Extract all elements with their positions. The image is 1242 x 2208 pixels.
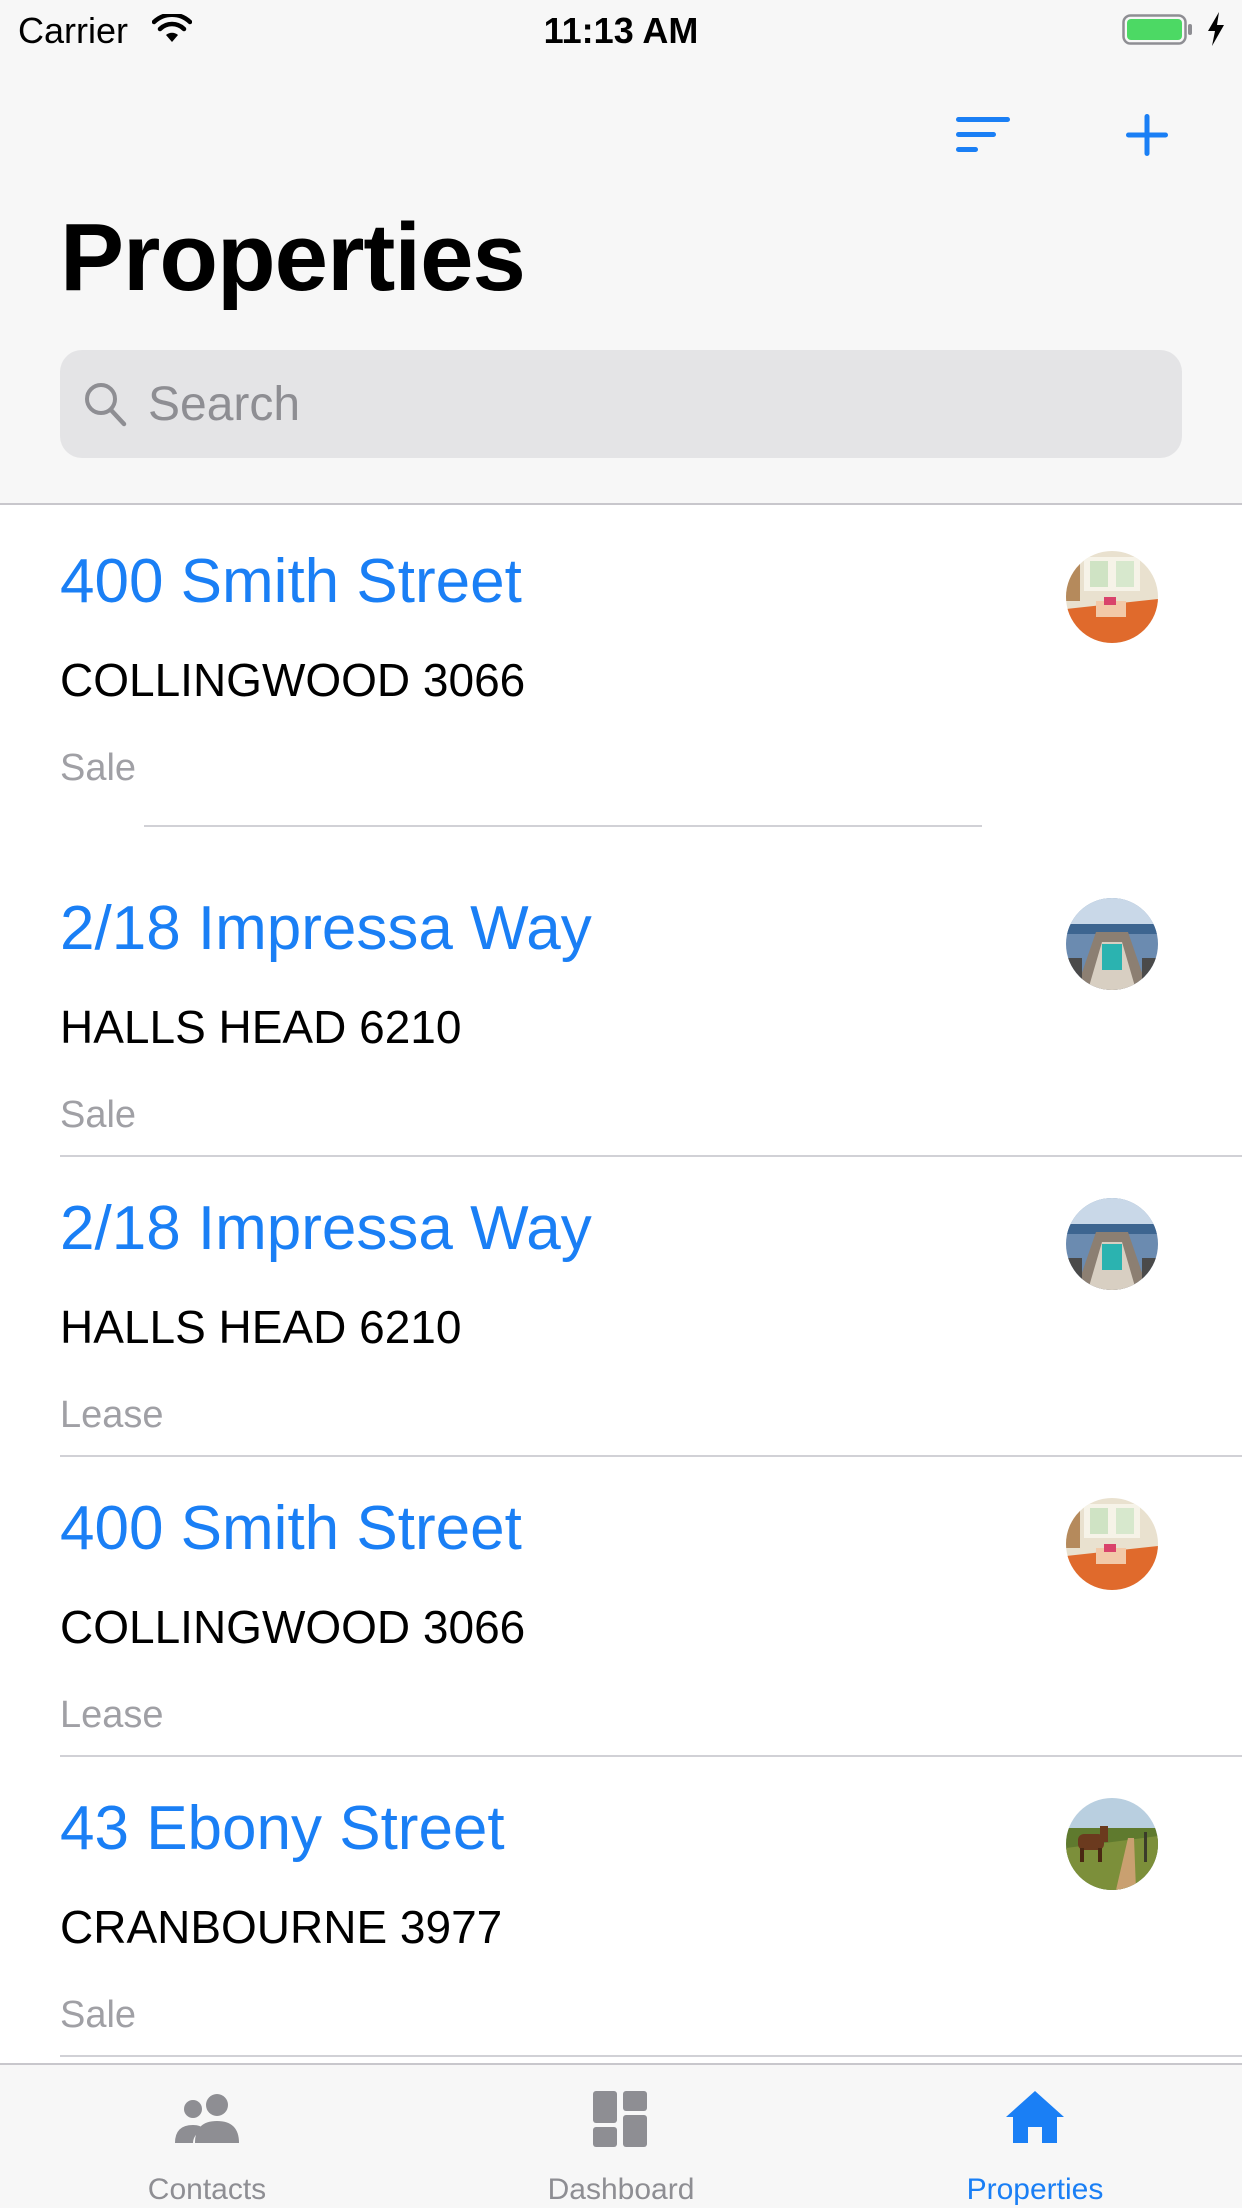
- tab-bar: Contacts Dashboard Properties: [0, 2063, 1242, 2208]
- property-row[interactable]: 400 Smith Street COLLINGWOOD 3066 Lease: [0, 1452, 1242, 1757]
- property-thumbnail: [1066, 1498, 1158, 1590]
- sort-button[interactable]: [948, 100, 1018, 170]
- status-time: 11:13 AM: [543, 10, 699, 51]
- property-address: 2/18 Impressa Way: [60, 894, 592, 963]
- search-bar[interactable]: [60, 350, 1182, 458]
- property-listing-type: Lease: [60, 1394, 164, 1436]
- navigation-bar: Properties: [0, 60, 1242, 505]
- property-suburb: HALLS HEAD 6210: [60, 1301, 462, 1353]
- property-address: 2/18 Impressa Way: [60, 1194, 592, 1263]
- property-thumbnail: [1066, 1798, 1158, 1890]
- property-listing-type: Sale: [60, 1994, 137, 2036]
- charging-bolt-icon: [1206, 12, 1226, 51]
- property-suburb: COLLINGWOOD 3066: [60, 654, 526, 706]
- property-row[interactable]: 2/18 Impressa Way HALLS HEAD 6210 Lease: [0, 1152, 1242, 1457]
- tab-label: Properties: [966, 2173, 1104, 2206]
- property-row[interactable]: 2/18 Impressa Way HALLS HEAD 6210 Sale: [0, 852, 1242, 1157]
- property-address: 43 Ebony Street: [60, 1794, 505, 1863]
- house-icon: [828, 2089, 1242, 2145]
- property-thumbnail: [1066, 551, 1158, 643]
- property-row[interactable]: 43 Ebony Street CRANBOURNE 3977 Sale: [0, 1752, 1242, 2057]
- property-listing-type: Sale: [60, 747, 137, 789]
- row-divider: [144, 825, 982, 827]
- property-suburb: HALLS HEAD 6210: [60, 1001, 462, 1053]
- plus-icon: [1126, 114, 1168, 156]
- tab-properties[interactable]: Properties: [828, 2065, 1242, 2208]
- property-row[interactable]: 400 Smith Street COLLINGWOOD 3066 Sale: [0, 505, 1242, 827]
- search-input[interactable]: [148, 350, 1148, 458]
- property-listing-type: Lease: [60, 1694, 164, 1736]
- battery-icon: [1122, 14, 1194, 51]
- people-icon: [0, 2089, 414, 2149]
- property-address: 400 Smith Street: [60, 1494, 522, 1563]
- property-suburb: CRANBOURNE 3977: [60, 1901, 503, 1953]
- add-property-button[interactable]: [1112, 100, 1182, 170]
- sort-icon: [956, 117, 1010, 152]
- property-thumbnail: [1066, 1198, 1158, 1290]
- tab-contacts[interactable]: Contacts: [0, 2065, 414, 2208]
- row-divider: [60, 2055, 1242, 2057]
- property-thumbnail: [1066, 898, 1158, 990]
- status-bar: Carrier 11:13 AM: [0, 0, 1242, 60]
- dashboard-icon: [414, 2089, 828, 2149]
- property-suburb: COLLINGWOOD 3066: [60, 1601, 526, 1653]
- page-title: Properties: [60, 204, 526, 311]
- property-listing-type: Sale: [60, 1094, 137, 1136]
- tab-label: Dashboard: [547, 2173, 695, 2206]
- property-address: 400 Smith Street: [60, 547, 522, 616]
- tab-label: Contacts: [147, 2173, 267, 2206]
- search-icon: [82, 380, 128, 433]
- tab-dashboard[interactable]: Dashboard: [414, 2065, 828, 2208]
- property-list[interactable]: 400 Smith Street COLLINGWOOD 3066 Sale 2…: [0, 505, 1242, 2063]
